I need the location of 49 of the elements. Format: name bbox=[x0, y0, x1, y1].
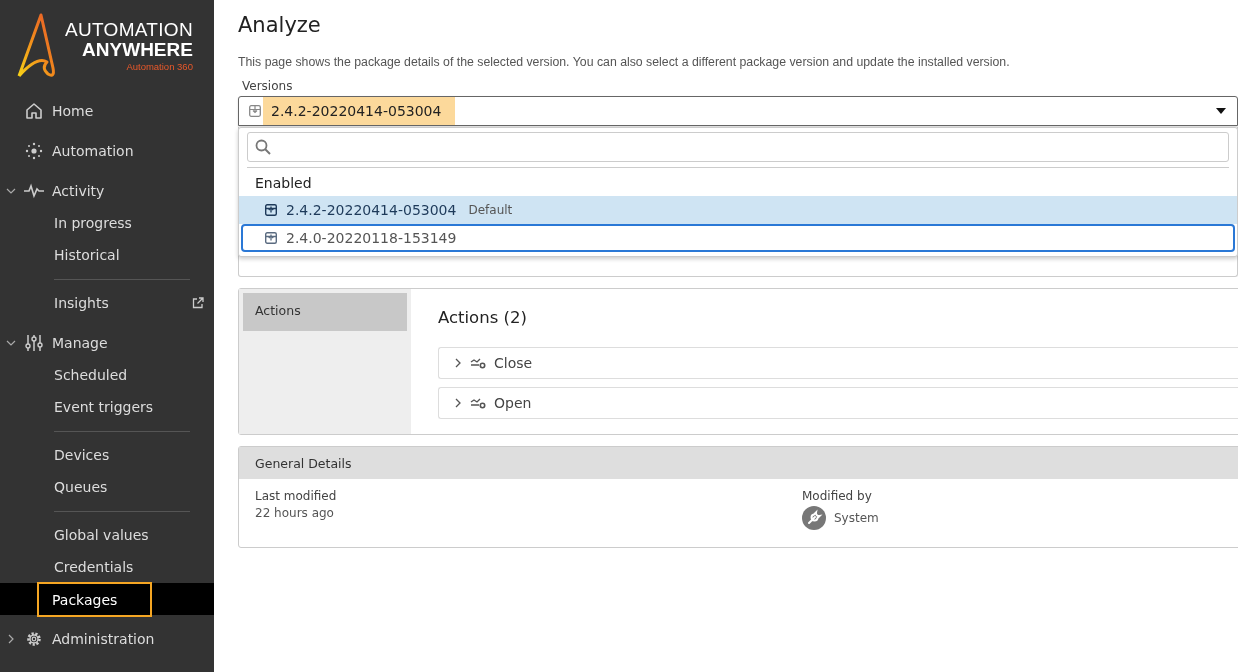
dots-icon bbox=[24, 142, 44, 160]
selected-version: 2.4.2-20220414-053004 bbox=[263, 97, 456, 125]
caret-icon bbox=[1216, 108, 1226, 114]
nav-item[interactable]: Administration bbox=[0, 619, 214, 659]
package-icon bbox=[265, 204, 277, 216]
field-value: 22 hours ago bbox=[255, 506, 335, 520]
section-heading: Actions (2) bbox=[438, 307, 528, 329]
sliders-icon bbox=[24, 334, 44, 352]
field-label: Last modified bbox=[255, 489, 338, 503]
search-icon bbox=[255, 139, 271, 155]
logo-text: ANYWHERE bbox=[82, 40, 193, 60]
chevron-icon bbox=[454, 358, 462, 368]
package-icon bbox=[265, 232, 277, 244]
action-row[interactable]: Close bbox=[438, 347, 1238, 379]
avatar-icon bbox=[802, 506, 826, 530]
pulse-icon bbox=[24, 182, 44, 200]
nav-item[interactable]: Home bbox=[0, 91, 214, 131]
nav-item[interactable]: Insights bbox=[54, 295, 109, 311]
nav-item[interactable]: Global values bbox=[54, 527, 149, 543]
nav-item[interactable]: Credentials bbox=[54, 559, 134, 575]
logo-text: AUTOMATION bbox=[65, 20, 193, 40]
nav-item[interactable]: Automation bbox=[0, 131, 214, 171]
field-label: Versions bbox=[241, 79, 294, 93]
nav-item[interactable]: Queues bbox=[54, 479, 108, 495]
chevron-icon bbox=[454, 398, 462, 408]
nav-item[interactable]: In progress bbox=[54, 215, 132, 231]
field-label: Modified by bbox=[802, 489, 873, 503]
nav-item[interactable]: Scheduled bbox=[54, 367, 128, 383]
package-icon bbox=[249, 105, 261, 117]
search-field[interactable] bbox=[247, 132, 1229, 162]
nav-item[interactable]: Manage bbox=[0, 323, 214, 363]
nav-item[interactable]: Devices bbox=[54, 447, 110, 463]
action-icon bbox=[470, 357, 486, 369]
logo-tagline: Automation 360 bbox=[126, 60, 193, 73]
side-tab[interactable]: Actions bbox=[243, 293, 407, 331]
page-title: Analyze bbox=[238, 12, 322, 39]
home-icon bbox=[24, 102, 44, 120]
nav-item[interactable]: Event triggers bbox=[54, 399, 154, 415]
card-header: General Details bbox=[239, 447, 1238, 479]
nav-item[interactable]: Activity bbox=[0, 171, 214, 211]
action-icon bbox=[470, 397, 486, 409]
nav-item[interactable]: Historical bbox=[54, 247, 120, 263]
version-select[interactable]: 2.4.2-20220414-053004 bbox=[238, 96, 1238, 126]
version-option[interactable]: 2.4.2-20220414-053004 Default bbox=[239, 196, 1237, 224]
action-row[interactable]: Open bbox=[438, 387, 1238, 419]
version-option[interactable]: 2.4.0-20220118-153149 bbox=[241, 224, 1235, 252]
page-description: This page shows the package details of the selected version. You can also select a different package version and update the installed version. bbox=[238, 54, 1011, 70]
field-value: System bbox=[834, 511, 879, 525]
gear-icon bbox=[24, 630, 44, 648]
